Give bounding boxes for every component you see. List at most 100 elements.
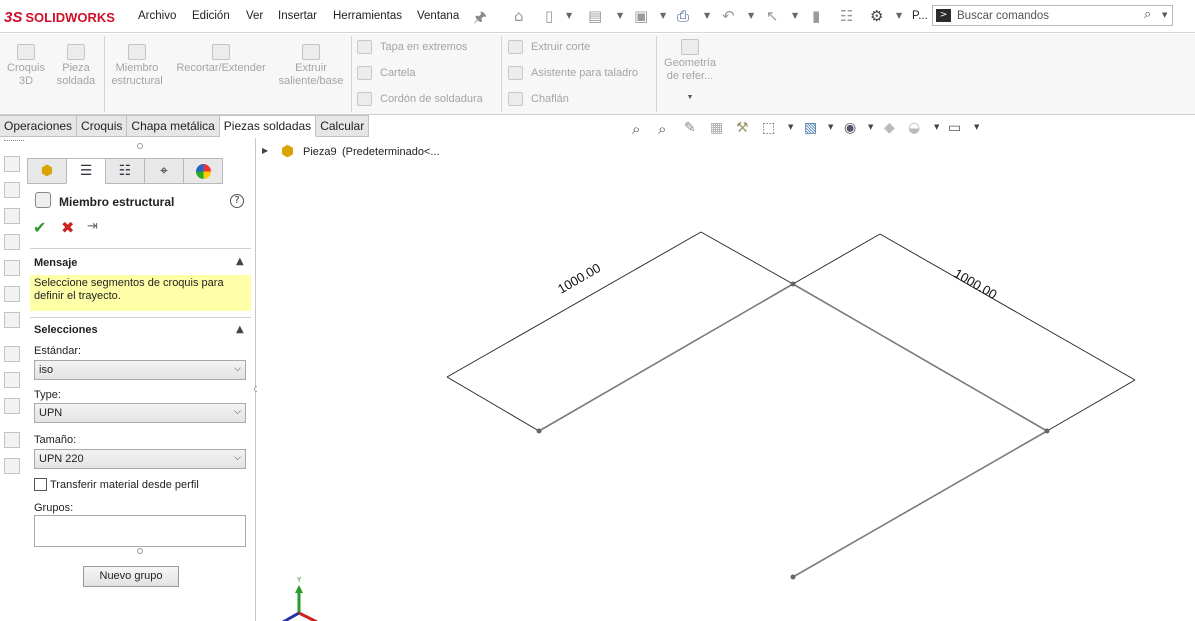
display-style-dropdown-icon[interactable]: ▼ xyxy=(828,123,833,131)
sketch-3d-button[interactable]: Croquis 3D xyxy=(4,44,48,88)
display-manager-tab[interactable] xyxy=(183,158,223,184)
tab-piezas-soldadas[interactable]: Piezas soldadas xyxy=(219,115,317,137)
end-cap-button[interactable]: Tapa en extremos xyxy=(357,39,467,55)
save-dropdown-icon[interactable]: ▼ xyxy=(660,11,666,20)
structural-member-button[interactable]: Miembro estructural xyxy=(108,44,166,88)
search-dropdown-icon[interactable]: ▼ xyxy=(1162,11,1167,19)
options-gear-icon[interactable]: ⚙ xyxy=(870,7,883,25)
strip-tool-icon[interactable] xyxy=(4,346,20,362)
help-icon[interactable]: ? xyxy=(230,194,244,208)
search-commands-box[interactable]: > ⌕ ▼ xyxy=(932,5,1173,26)
transfer-material-label[interactable]: Transferir material desde perfil xyxy=(50,479,199,491)
strip-tool-icon[interactable] xyxy=(4,458,20,474)
panel-resize-handle[interactable] xyxy=(137,143,143,149)
strip-tool-icon[interactable] xyxy=(4,260,20,276)
display-style-icon[interactable]: ▧ xyxy=(804,120,817,136)
groups-resize-handle[interactable] xyxy=(137,548,143,554)
strip-grip[interactable] xyxy=(4,140,24,141)
home-icon[interactable]: ⌂ xyxy=(514,7,524,25)
tab-calcular[interactable]: Calcular xyxy=(316,115,370,137)
menu-edicion[interactable]: Edición xyxy=(192,10,230,22)
dynamic-annotation-icon[interactable]: ⚒ xyxy=(736,120,749,136)
menu-archivo[interactable]: Archivo xyxy=(138,10,176,22)
type-select[interactable]: UPN ⌵ xyxy=(34,403,246,423)
menu-ventana[interactable]: Ventana xyxy=(417,10,459,22)
extruded-boss-button[interactable]: Extruir saliente/base xyxy=(275,44,347,88)
reference-geometry-button[interactable]: Geometría de refer... ▼ xyxy=(660,39,720,104)
new-group-button[interactable]: Nuevo grupo xyxy=(83,566,179,587)
size-select[interactable]: UPN 220 ⌵ xyxy=(34,449,246,469)
collapse-message-icon[interactable]: ▲ xyxy=(236,256,244,267)
rebuild-icon[interactable]: ▮ xyxy=(812,7,820,25)
scene-dropdown-icon[interactable]: ▼ xyxy=(934,123,939,131)
section-view-icon[interactable]: ▦ xyxy=(710,120,723,136)
open-dropdown-icon[interactable]: ▼ xyxy=(617,11,623,20)
view-orientation-icon[interactable]: ⬚ xyxy=(762,120,775,136)
weld-bead-button[interactable]: Cordón de soldadura xyxy=(357,91,483,107)
trim-extend-button[interactable]: Recortar/Extender xyxy=(172,44,270,75)
property-manager-tab[interactable]: ☰ xyxy=(66,158,106,184)
strip-tool-icon[interactable] xyxy=(4,156,20,172)
standard-select[interactable]: iso ⌵ xyxy=(34,360,246,380)
save-icon[interactable]: ▣ xyxy=(634,7,648,25)
zoom-to-fit-icon[interactable]: ⌕ xyxy=(632,120,640,138)
accept-check-icon[interactable]: ✔ xyxy=(33,218,46,237)
extruded-cut-button[interactable]: Extruir corte xyxy=(508,39,590,55)
view-orientation-dropdown-icon[interactable]: ▼ xyxy=(788,123,793,131)
edit-appearance-icon[interactable]: ◆ xyxy=(884,120,895,136)
file-properties-icon[interactable]: ☷ xyxy=(840,7,853,25)
zoom-to-area-icon[interactable]: ⌕ xyxy=(658,120,666,138)
strip-tool-icon[interactable] xyxy=(4,208,20,224)
view-settings-monitor-icon[interactable]: ▭ xyxy=(948,120,961,136)
tab-croquis[interactable]: Croquis xyxy=(77,115,128,137)
feature-manager-tab[interactable]: ⬢ xyxy=(27,158,67,184)
groups-list[interactable] xyxy=(34,515,246,547)
menu-herramientas[interactable]: Herramientas xyxy=(333,10,402,22)
collapse-selections-icon[interactable]: ▲ xyxy=(236,324,244,335)
chamfer-button[interactable]: Chaflán xyxy=(508,91,569,107)
menu-ver[interactable]: Ver xyxy=(246,10,263,22)
view-settings-dropdown-icon[interactable]: ▼ xyxy=(974,123,979,131)
configuration-manager-tab[interactable]: ☷ xyxy=(105,158,145,184)
menu-insertar[interactable]: Insertar xyxy=(278,10,317,22)
user-menu[interactable]: P... xyxy=(912,10,928,22)
cancel-x-icon[interactable]: ✖ xyxy=(61,218,74,237)
keep-visible-pin-icon[interactable]: ⇥ xyxy=(87,219,98,234)
print-dropdown-icon[interactable]: ▼ xyxy=(704,11,710,20)
undo-icon[interactable]: ↶ xyxy=(722,7,735,25)
print-icon[interactable]: ⎙ xyxy=(677,7,689,25)
transfer-material-checkbox[interactable] xyxy=(34,478,47,491)
new-dropdown-icon[interactable]: ▼ xyxy=(566,11,572,20)
strip-tool-icon[interactable] xyxy=(4,182,20,198)
previous-view-icon[interactable]: ✎ xyxy=(684,120,696,136)
tab-operaciones[interactable]: Operaciones xyxy=(0,115,78,137)
search-icon[interactable]: ⌕ xyxy=(1144,7,1151,22)
tab-chapa-metalica[interactable]: Chapa metálica xyxy=(127,115,220,137)
strip-tool-icon[interactable] xyxy=(4,372,20,388)
options-dropdown-icon[interactable]: ▼ xyxy=(896,11,902,20)
strip-tool-icon[interactable] xyxy=(4,398,20,414)
select-cursor-icon[interactable]: ↖ xyxy=(766,7,779,25)
select-dropdown-icon[interactable]: ▼ xyxy=(792,11,798,20)
gusset-button[interactable]: Cartela xyxy=(357,65,415,81)
strip-tool-icon[interactable] xyxy=(4,432,20,448)
hide-show-items-icon[interactable]: ◉ xyxy=(844,120,856,136)
dimxpert-tab[interactable]: ⌖ xyxy=(144,158,184,184)
hide-show-dropdown-icon[interactable]: ▼ xyxy=(868,123,873,131)
message-group-header[interactable]: Mensaje xyxy=(34,257,77,269)
apply-scene-icon[interactable]: ◒ xyxy=(908,120,920,136)
search-input[interactable] xyxy=(957,8,1137,23)
strip-tool-icon[interactable] xyxy=(4,234,20,250)
graphics-area[interactable]: ⌕ ⌕ ✎ ▦ ⚒ ⬚ ▼ ▧ ▼ ◉ ▼ ◆ ◒ ▼ ▭ ▼ ▶ ⬢ Piez… xyxy=(257,120,1195,621)
selections-group-header[interactable]: Selecciones xyxy=(34,324,98,336)
strip-tool-icon[interactable] xyxy=(4,286,20,302)
pin-icon[interactable]: 🖈 xyxy=(473,7,487,32)
hole-wizard-button[interactable]: Asistente para taladro xyxy=(508,65,638,81)
new-document-icon[interactable]: ▯ xyxy=(545,7,553,25)
undo-dropdown-icon[interactable]: ▼ xyxy=(748,11,754,20)
ref-geometry-dropdown-icon[interactable]: ▼ xyxy=(660,91,720,104)
strip-tool-icon[interactable] xyxy=(4,312,20,328)
weldment-button[interactable]: Pieza soldada xyxy=(54,44,98,88)
solidworks-logo[interactable]: 3S SOLIDWORKS xyxy=(4,7,115,27)
open-folder-icon[interactable]: ▤ xyxy=(588,7,602,25)
